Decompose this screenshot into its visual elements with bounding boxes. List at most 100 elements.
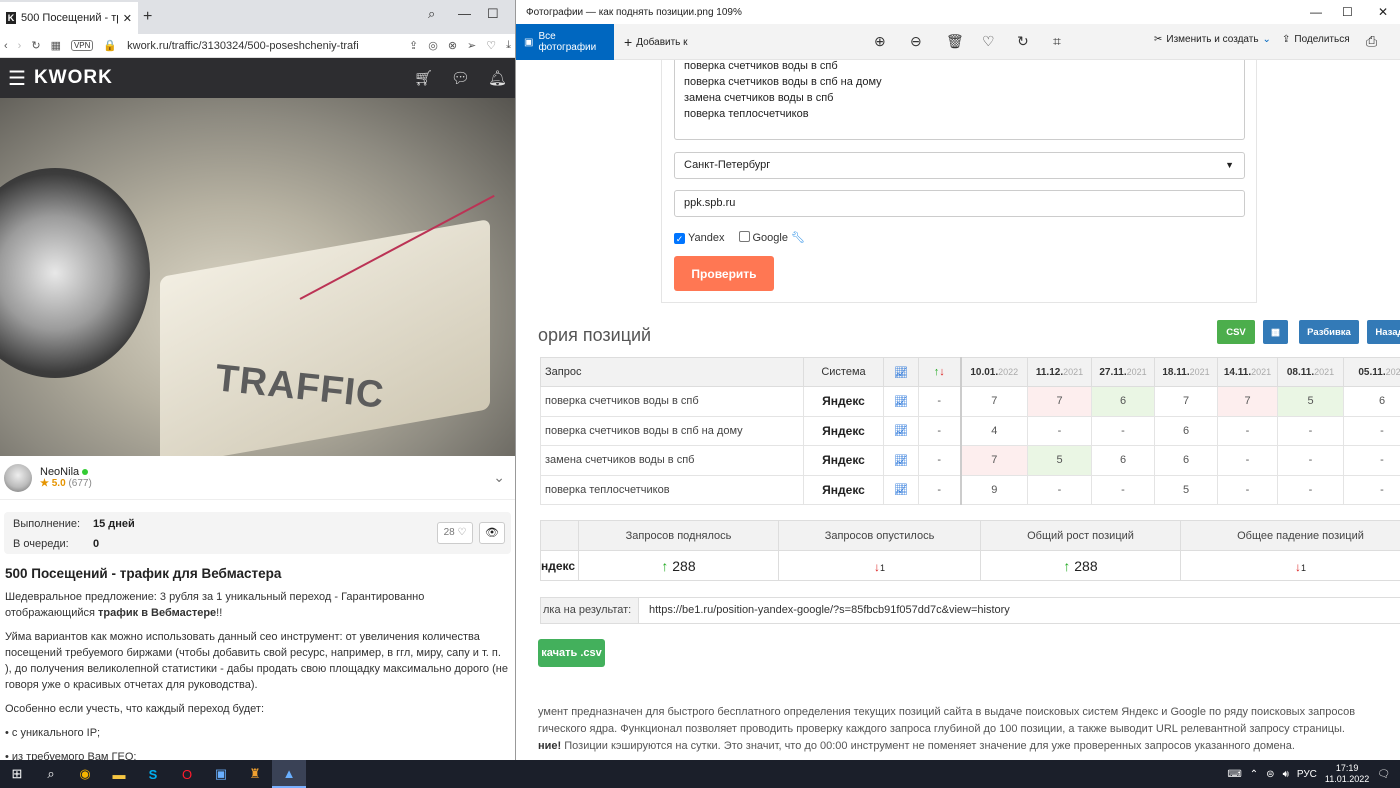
print-icon[interactable]: ⎙ xyxy=(1366,33,1377,50)
chart-button[interactable]: 📈︎ xyxy=(883,415,919,446)
check-button[interactable]: Проверить xyxy=(674,256,774,291)
chevron-down-icon[interactable]: ⌄ xyxy=(493,469,505,486)
edit-create-button[interactable]: ✂ Изменить и создать ⌄ xyxy=(1154,34,1271,45)
explorer-app[interactable]: ▬ xyxy=(102,760,136,788)
csv-button[interactable]: CSV xyxy=(1217,320,1255,344)
tray-expand-icon[interactable]: ⌃ xyxy=(1250,769,1258,780)
clock[interactable]: 17:19 11.01.2022 xyxy=(1325,763,1369,785)
photos-app[interactable]: ▲ xyxy=(272,760,306,788)
maximize-icon[interactable]: ☐ xyxy=(1342,5,1353,19)
browser-tab[interactable]: K 500 Посещений - трафик ✕ xyxy=(0,2,138,34)
domain-input[interactable]: ppk.spb.ru xyxy=(674,190,1245,217)
all-photos-button[interactable]: ▣ Все фотографии xyxy=(516,24,614,60)
menu-icon[interactable]: ☰ xyxy=(8,66,26,91)
back-button[interactable]: Назад xyxy=(1367,320,1400,344)
position-cell: - xyxy=(1027,415,1092,446)
minimize-icon[interactable]: — xyxy=(458,6,471,21)
wrench-icon[interactable]: 🔧︎ xyxy=(791,232,805,244)
position-cell: 6 xyxy=(1091,445,1155,476)
row-diff: - xyxy=(918,445,961,476)
like-count: 28 xyxy=(443,527,455,538)
col-date[interactable]: 05.11.2021 xyxy=(1343,357,1400,387)
network-icon[interactable]: ⊜ xyxy=(1266,769,1274,780)
close-tab-icon[interactable]: ✕ xyxy=(123,12,132,25)
result-link-field[interactable]: https://be1.ru/position-yandex-google/?s… xyxy=(639,598,1010,623)
city-select[interactable]: Санкт-Петербург ▼ xyxy=(674,152,1245,179)
col-date[interactable]: 08.11.2021 xyxy=(1277,357,1344,387)
chart-button[interactable]: 📈︎ xyxy=(883,474,919,505)
date-year: 2021 xyxy=(1251,367,1272,377)
skype-app[interactable]: S xyxy=(136,760,170,788)
gig-cover-image[interactable]: TRAFFIC xyxy=(0,98,515,456)
calendar-button[interactable]: ▦ xyxy=(1263,320,1288,344)
minimize-icon[interactable]: — xyxy=(1310,5,1322,19)
chart-button[interactable]: 📈︎ xyxy=(883,386,919,417)
share-button[interactable]: ⇪ Поделиться xyxy=(1282,34,1350,45)
cart-icon[interactable]: 🛒︎ xyxy=(414,69,433,87)
crop-icon[interactable]: ⌗ xyxy=(1053,33,1061,50)
col-date[interactable]: 14.11.2021 xyxy=(1217,357,1278,387)
chart-icon: 📈︎ xyxy=(894,454,908,467)
chrome-icon: ◉ xyxy=(79,766,91,781)
bell-icon[interactable]: 🔔︎ xyxy=(488,69,507,87)
notifications-icon[interactable]: 🗨︎ xyxy=(1377,769,1390,780)
split-button[interactable]: Разбивка xyxy=(1299,320,1359,344)
camera-icon[interactable]: ◎ xyxy=(428,39,438,52)
col-query[interactable]: Запрос xyxy=(540,357,804,387)
new-tab-button[interactable]: + xyxy=(143,8,152,26)
app-icon-game[interactable]: ♜ xyxy=(238,760,272,788)
col-date[interactable]: 10.01.2022 xyxy=(959,357,1028,387)
chrome-app[interactable]: ◉ xyxy=(68,760,102,788)
col-date[interactable]: 11.12.2021 xyxy=(1027,357,1092,387)
address-bar: ‹ › ↻ ▦ VPN 🔒 kwork.ru/traffic/3130324/5… xyxy=(0,34,515,58)
add-to-button[interactable]: + Добавить к xyxy=(624,34,688,50)
app-icon-blue[interactable]: ▣ xyxy=(204,760,238,788)
summary-down-cell: ↓1 xyxy=(778,550,981,581)
seller-avatar[interactable] xyxy=(4,463,32,492)
summary-col-down: Запросов опустилось xyxy=(778,520,981,551)
like-button[interactable]: 28 ♡ xyxy=(437,522,473,544)
col-date[interactable]: 18.11.2021 xyxy=(1154,357,1218,387)
search-tabs-icon[interactable]: ⌕ xyxy=(428,6,435,22)
download-icon[interactable]: ⤓ xyxy=(506,39,511,52)
kwork-browser-window: K 500 Посещений - трафик ✕ + ⌕ — ☐ ‹ › ↻… xyxy=(0,0,516,760)
chart-button[interactable]: 📈︎ xyxy=(883,445,919,476)
zoom-out-icon[interactable]: ⊖ xyxy=(910,33,922,50)
block-icon[interactable]: ⊗ xyxy=(448,39,457,52)
delete-icon[interactable]: 🗑︎ xyxy=(946,33,964,50)
input-language[interactable]: РУС xyxy=(1297,769,1317,780)
col-sort[interactable]: ↑↓ xyxy=(918,357,961,387)
kwork-logo[interactable]: KWORK xyxy=(34,67,113,89)
yandex-logo: Яндекс xyxy=(803,445,884,476)
forward-icon[interactable]: › xyxy=(18,40,22,52)
heart-icon[interactable]: ♡ xyxy=(486,39,496,52)
favorite-icon[interactable]: ♡ xyxy=(982,33,995,50)
tabs-grid-icon[interactable]: ▦ xyxy=(51,39,61,52)
col-system[interactable]: Система xyxy=(803,357,884,387)
back-icon[interactable]: ‹ xyxy=(4,40,8,52)
rotate-icon[interactable]: ↻ xyxy=(1017,33,1029,50)
share-icon[interactable]: ⇪ xyxy=(409,39,418,52)
keyboard-icon[interactable]: ⌨ xyxy=(1227,769,1241,780)
send-icon[interactable]: ➢ xyxy=(467,39,476,52)
all-photos-label: Все фотографии xyxy=(538,31,597,53)
maximize-icon[interactable]: ☐ xyxy=(487,6,499,22)
url-field[interactable]: kwork.ru/traffic/3130324/500-poseshcheni… xyxy=(127,40,399,52)
opera-app[interactable]: O xyxy=(170,760,204,788)
seller-name[interactable]: NeoNila xyxy=(40,466,79,478)
queries-textarea[interactable]: поверка счетчиков воды в спб поверка сче… xyxy=(674,60,1245,140)
download-csv-button[interactable]: качать .csv xyxy=(538,639,605,667)
google-checkbox[interactable]: Google 🔧︎ xyxy=(738,231,805,244)
close-icon[interactable]: ✕ xyxy=(1378,5,1388,19)
zoom-in-icon[interactable]: ⊕ xyxy=(874,33,886,50)
chat-icon[interactable]: 💬︎ xyxy=(451,69,470,87)
search-button[interactable]: ⌕ xyxy=(34,760,68,788)
view-button[interactable]: 👁︎ xyxy=(479,522,505,544)
volume-icon[interactable]: 🔊︎ xyxy=(1283,769,1289,780)
vpn-badge[interactable]: VPN xyxy=(70,40,94,51)
start-button[interactable]: ⊞ xyxy=(0,760,34,788)
reload-icon[interactable]: ↻ xyxy=(31,39,40,52)
yandex-checkbox[interactable]: ✓ Yandex xyxy=(674,232,725,244)
col-date[interactable]: 27.11.2021 xyxy=(1091,357,1155,387)
eye-icon: 👁︎ xyxy=(485,527,499,539)
